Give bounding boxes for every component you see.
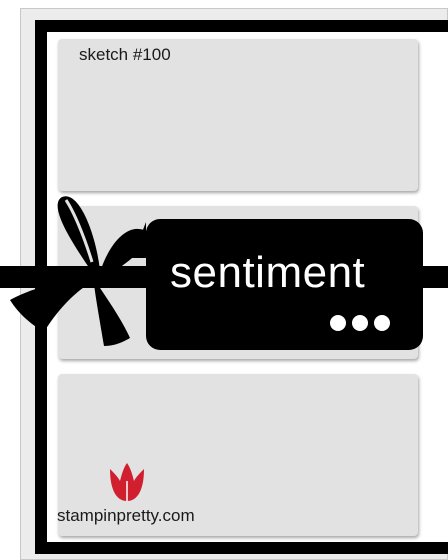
dot — [374, 315, 390, 331]
tulip-icon — [110, 463, 144, 501]
sentiment-label: sentiment — [170, 248, 366, 297]
dot — [352, 315, 368, 331]
dot — [330, 315, 346, 331]
site-url: stampinpretty.com — [57, 506, 195, 525]
tag-dots — [330, 315, 390, 331]
